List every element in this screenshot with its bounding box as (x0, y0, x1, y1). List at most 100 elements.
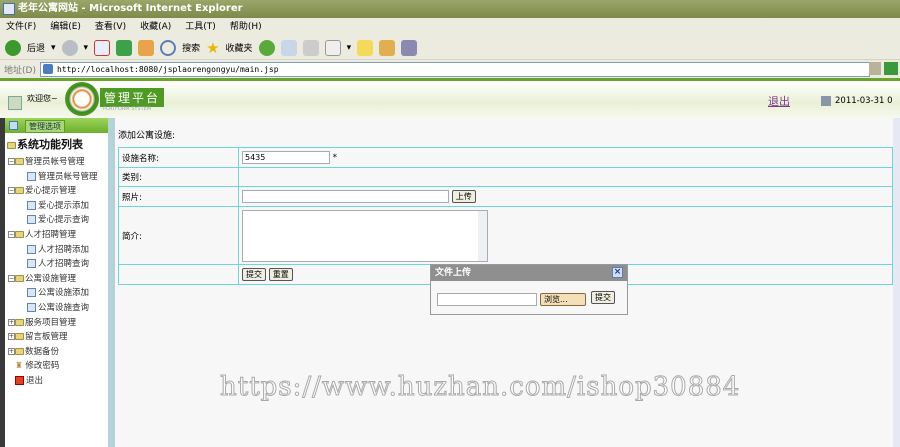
sidebar-item-label: 退出 (26, 376, 44, 386)
page-icon (42, 63, 53, 74)
sidebar-item-label: 留言板管理 (25, 332, 68, 343)
back-icon[interactable] (5, 39, 21, 56)
folder-icon[interactable] (379, 39, 396, 56)
favorites-star-icon[interactable]: ★ (206, 39, 219, 57)
sidebar-item-label: 人才招聘查询 (38, 259, 90, 270)
sidebar-item-label: 爱心提示添加 (38, 200, 90, 211)
address-dropdown-icon[interactable] (869, 62, 881, 75)
note-icon[interactable] (357, 39, 374, 56)
sidebar-item[interactable]: 人才招聘查询 (27, 257, 89, 269)
sidebar-item[interactable]: 退出 (15, 374, 43, 386)
sidebar-divider[interactable] (108, 118, 115, 447)
calendar-icon (821, 96, 831, 106)
sidebar-item-label: 服务项目管理 (25, 317, 77, 328)
sidebar-item[interactable]: + 留言板管理 (8, 330, 68, 342)
photo-input[interactable] (242, 190, 449, 203)
sidebar-item[interactable]: − 人才招聘管理 (8, 228, 76, 240)
home-icon[interactable] (138, 39, 155, 56)
go-icon[interactable] (884, 62, 898, 75)
back-button[interactable]: 后退 (27, 41, 45, 54)
watermark: https://www.huzhan.com/ishop30884 (219, 372, 741, 403)
history-icon[interactable] (258, 39, 275, 56)
page-edit-icon (27, 303, 36, 312)
collapse-icon[interactable]: − (8, 231, 15, 238)
sidebar-item-label: 爱心提示管理 (25, 186, 77, 197)
folder-icon (7, 141, 16, 149)
sidebar-item[interactable]: − 爱心提示管理 (8, 184, 76, 196)
submit-button[interactable]: 提交 (242, 268, 266, 281)
sidebar-item[interactable]: − 公寓设施管理 (8, 272, 76, 284)
address-input[interactable]: http://localhost:8080/jsplaorengongyu/ma… (39, 61, 870, 77)
sidebar-item-label: 管理员帐号管理 (38, 171, 98, 182)
folder-icon (15, 187, 24, 195)
sidebar-root[interactable]: 系统功能列表 (7, 136, 83, 152)
logo-subtitle: PLATFORM SYSTEM (103, 106, 152, 112)
intro-label: 简介: (118, 206, 239, 265)
textarea-scrollbar[interactable] (478, 210, 487, 261)
collapse-icon[interactable]: − (8, 274, 15, 282)
mail-icon[interactable] (280, 39, 297, 56)
page-edit-icon (27, 171, 36, 181)
forward-icon[interactable] (61, 39, 78, 56)
search-icon[interactable] (160, 39, 177, 56)
sidebar-tab[interactable]: 管理选项 (25, 120, 65, 133)
address-label: 地址(D) (4, 65, 36, 76)
page-edit-icon (27, 288, 36, 298)
word-icon[interactable] (324, 39, 341, 56)
name-input[interactable]: 5435 (242, 151, 330, 164)
expand-icon[interactable]: + (8, 318, 15, 326)
messenger-icon[interactable] (401, 39, 418, 56)
upload-button[interactable]: 上传 (451, 190, 476, 203)
close-icon[interactable]: × (612, 267, 623, 278)
dialog-title: 文件上传 (435, 268, 472, 278)
sidebar-item[interactable]: − 管理员帐号管理 (8, 155, 85, 167)
folder-icon (15, 333, 24, 341)
sidebar-item[interactable]: + 数据备份 (8, 345, 59, 357)
collapse-icon[interactable]: − (8, 187, 15, 195)
date-text: 2011-03-31 0 (835, 96, 893, 106)
window-title: 老年公寓网站 - Microsoft Internet Explorer (18, 3, 243, 14)
dialog-submit-button[interactable]: 提交 (591, 291, 615, 304)
expand-icon[interactable]: + (8, 333, 15, 341)
sidebar-item-label: 公寓设施查询 (38, 303, 90, 313)
category-cell (238, 167, 893, 187)
expand-icon[interactable]: + (8, 347, 15, 355)
menu-bar: 文件(F) 编辑(E) 查看(V) 收藏(A) 工具(T) 帮助(H) (0, 18, 900, 36)
logout-link[interactable]: 退出 (768, 93, 790, 109)
file-path-input[interactable] (437, 293, 537, 306)
logo-icon (65, 82, 99, 116)
collapse-icon[interactable]: − (8, 158, 15, 165)
folder-icon (15, 158, 24, 165)
folder-icon (15, 274, 24, 282)
menu-edit[interactable]: 编辑(E) (50, 22, 81, 32)
sidebar-item[interactable]: 人才招聘添加 (27, 243, 89, 255)
sidebar-item-label: 人才招聘添加 (38, 244, 90, 255)
intro-textarea[interactable] (242, 209, 488, 262)
folder-icon (15, 318, 24, 326)
folder-icon (15, 347, 24, 355)
menu-favorites[interactable]: 收藏(A) (140, 22, 171, 32)
print-icon[interactable] (302, 39, 319, 56)
sidebar-item[interactable]: 爱心提示查询 (27, 213, 89, 225)
refresh-icon[interactable] (116, 39, 133, 56)
sidebar-item[interactable]: 爱心提示添加 (27, 199, 89, 211)
user-icon (8, 96, 22, 110)
stop-icon[interactable] (94, 39, 111, 56)
menu-view[interactable]: 查看(V) (95, 22, 126, 32)
reset-button[interactable]: 重置 (268, 268, 293, 281)
sidebar-item[interactable]: ♜ 修改密码 (15, 359, 59, 371)
sidebar-item[interactable]: + 服务项目管理 (8, 316, 76, 328)
address-url: http://localhost:8080/jsplaorengongyu/ma… (56, 64, 279, 74)
page-scrollbar[interactable] (893, 118, 900, 447)
sidebar-item[interactable]: 公寓设施添加 (27, 286, 89, 298)
search-button[interactable]: 搜索 (182, 41, 200, 54)
browse-button[interactable]: 浏览... (540, 293, 586, 306)
sidebar-item[interactable]: 公寓设施查询 (27, 301, 89, 313)
menu-tools[interactable]: 工具(T) (185, 22, 216, 32)
form-heading: 添加公寓设施: (118, 131, 176, 141)
page-edit-icon (27, 259, 36, 269)
sidebar-item[interactable]: 管理员帐号管理 (27, 170, 98, 182)
menu-help[interactable]: 帮助(H) (230, 22, 262, 32)
menu-file[interactable]: 文件(F) (6, 22, 36, 32)
favorites-button[interactable]: 收藏夹 (226, 41, 253, 54)
